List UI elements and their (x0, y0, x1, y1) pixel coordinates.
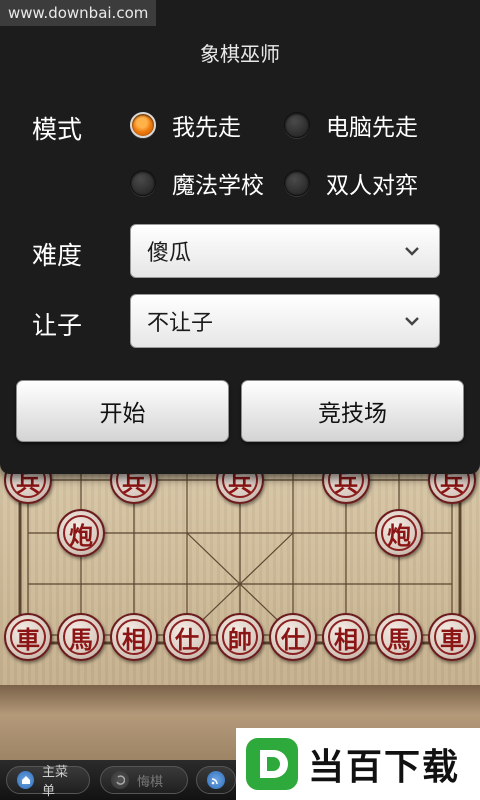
logo-text: 当百下载 (308, 747, 461, 788)
handicap-select[interactable]: 不让子 (130, 294, 440, 348)
radio-magic-school[interactable]: 魔法学校 (130, 166, 264, 200)
difficulty-select[interactable]: 傻瓜 (130, 224, 440, 278)
chess-piece-horse[interactable]: 馬 (57, 613, 105, 661)
radio-unselected-icon[interactable] (284, 112, 310, 138)
dialog-title: 象棋巫师 (200, 42, 280, 66)
radio-player-first[interactable]: 我先走 (130, 108, 241, 142)
site-watermark: www.downbai.com (0, 0, 157, 26)
mode-label: 模式 (32, 115, 83, 144)
board-surface: 兵 兵 兵 兵 兵 炮 炮 車 馬 相 仕 帥 仕 相 馬 車 (0, 456, 480, 685)
chess-piece-cannon[interactable]: 炮 (57, 509, 105, 557)
chess-piece-general[interactable]: 帥 (216, 613, 264, 661)
home-icon (17, 771, 35, 789)
radio-label: 我先走 (172, 115, 241, 141)
new-game-dialog: www.downbai.com 象棋巫师 模式 我先走 电脑先走 魔法学校 双人… (0, 0, 480, 474)
radio-unselected-icon[interactable] (130, 170, 156, 196)
undo-icon (111, 771, 129, 789)
main-menu-button[interactable]: 主菜单 (6, 765, 90, 799)
main-menu-label: 主菜单 (42, 765, 69, 799)
start-button[interactable]: 开始 (16, 380, 229, 442)
chess-piece-chariot[interactable]: 車 (4, 613, 52, 661)
undo-button[interactable]: 悔棋 (100, 766, 188, 794)
undo-label: 悔棋 (137, 774, 164, 790)
radio-selected-icon[interactable] (130, 112, 156, 138)
radio-label: 双人对弈 (326, 173, 418, 199)
handicap-label: 让子 (32, 311, 83, 340)
chevron-down-icon (401, 240, 423, 262)
radio-computer-first[interactable]: 电脑先走 (284, 108, 418, 142)
chess-board-area: 兵 兵 兵 兵 兵 炮 炮 車 馬 相 仕 帥 仕 相 馬 車 (0, 456, 480, 760)
difficulty-value: 傻瓜 (147, 241, 192, 266)
radio-unselected-icon[interactable] (284, 170, 310, 196)
arena-button[interactable]: 竞技场 (241, 380, 464, 442)
chess-piece-advisor[interactable]: 仕 (163, 613, 211, 661)
chess-piece-horse[interactable]: 馬 (375, 613, 423, 661)
brand-logo: 当百下载 (236, 728, 480, 800)
logo-mark-icon (246, 738, 298, 790)
chess-piece-elephant[interactable]: 相 (110, 613, 158, 661)
chess-piece-elephant[interactable]: 相 (322, 613, 370, 661)
difficulty-label: 难度 (32, 241, 83, 270)
radio-label: 电脑先走 (326, 115, 418, 141)
chess-piece-advisor[interactable]: 仕 (269, 613, 317, 661)
handicap-value: 不让子 (147, 311, 214, 336)
rss-icon (207, 771, 225, 789)
radio-label: 魔法学校 (172, 173, 264, 199)
feed-button[interactable] (196, 766, 236, 794)
chess-piece-chariot[interactable]: 車 (428, 613, 476, 661)
chevron-down-icon (401, 310, 423, 332)
chess-piece-cannon[interactable]: 炮 (375, 509, 423, 557)
radio-two-player[interactable]: 双人对弈 (284, 166, 418, 200)
